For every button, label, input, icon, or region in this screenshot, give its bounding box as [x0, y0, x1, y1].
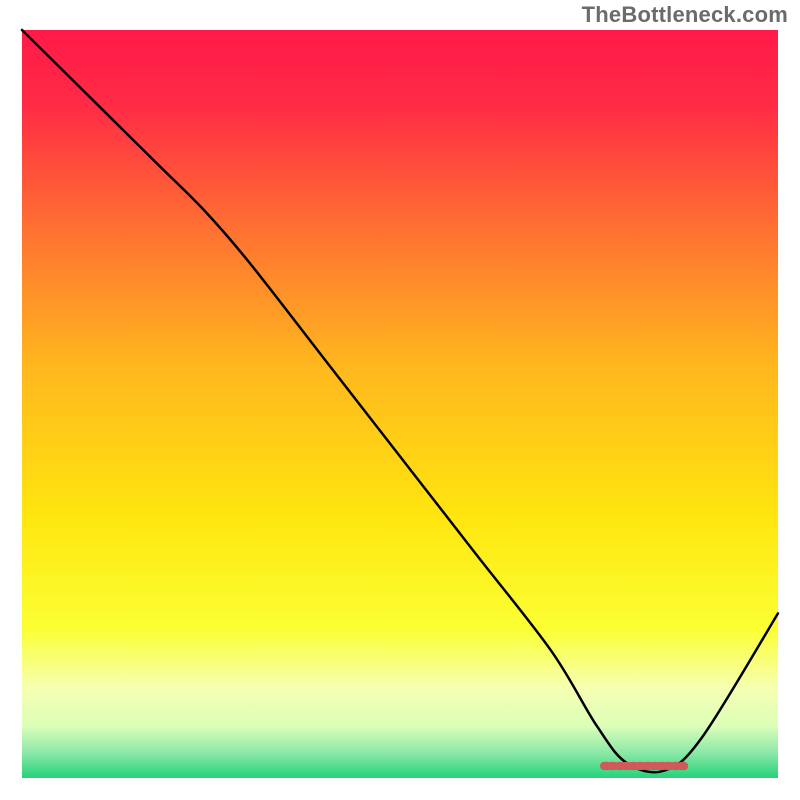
watermark-text: TheBottleneck.com — [582, 2, 788, 28]
bottleneck-chart — [0, 0, 800, 800]
chart-frame: TheBottleneck.com — [0, 0, 800, 800]
